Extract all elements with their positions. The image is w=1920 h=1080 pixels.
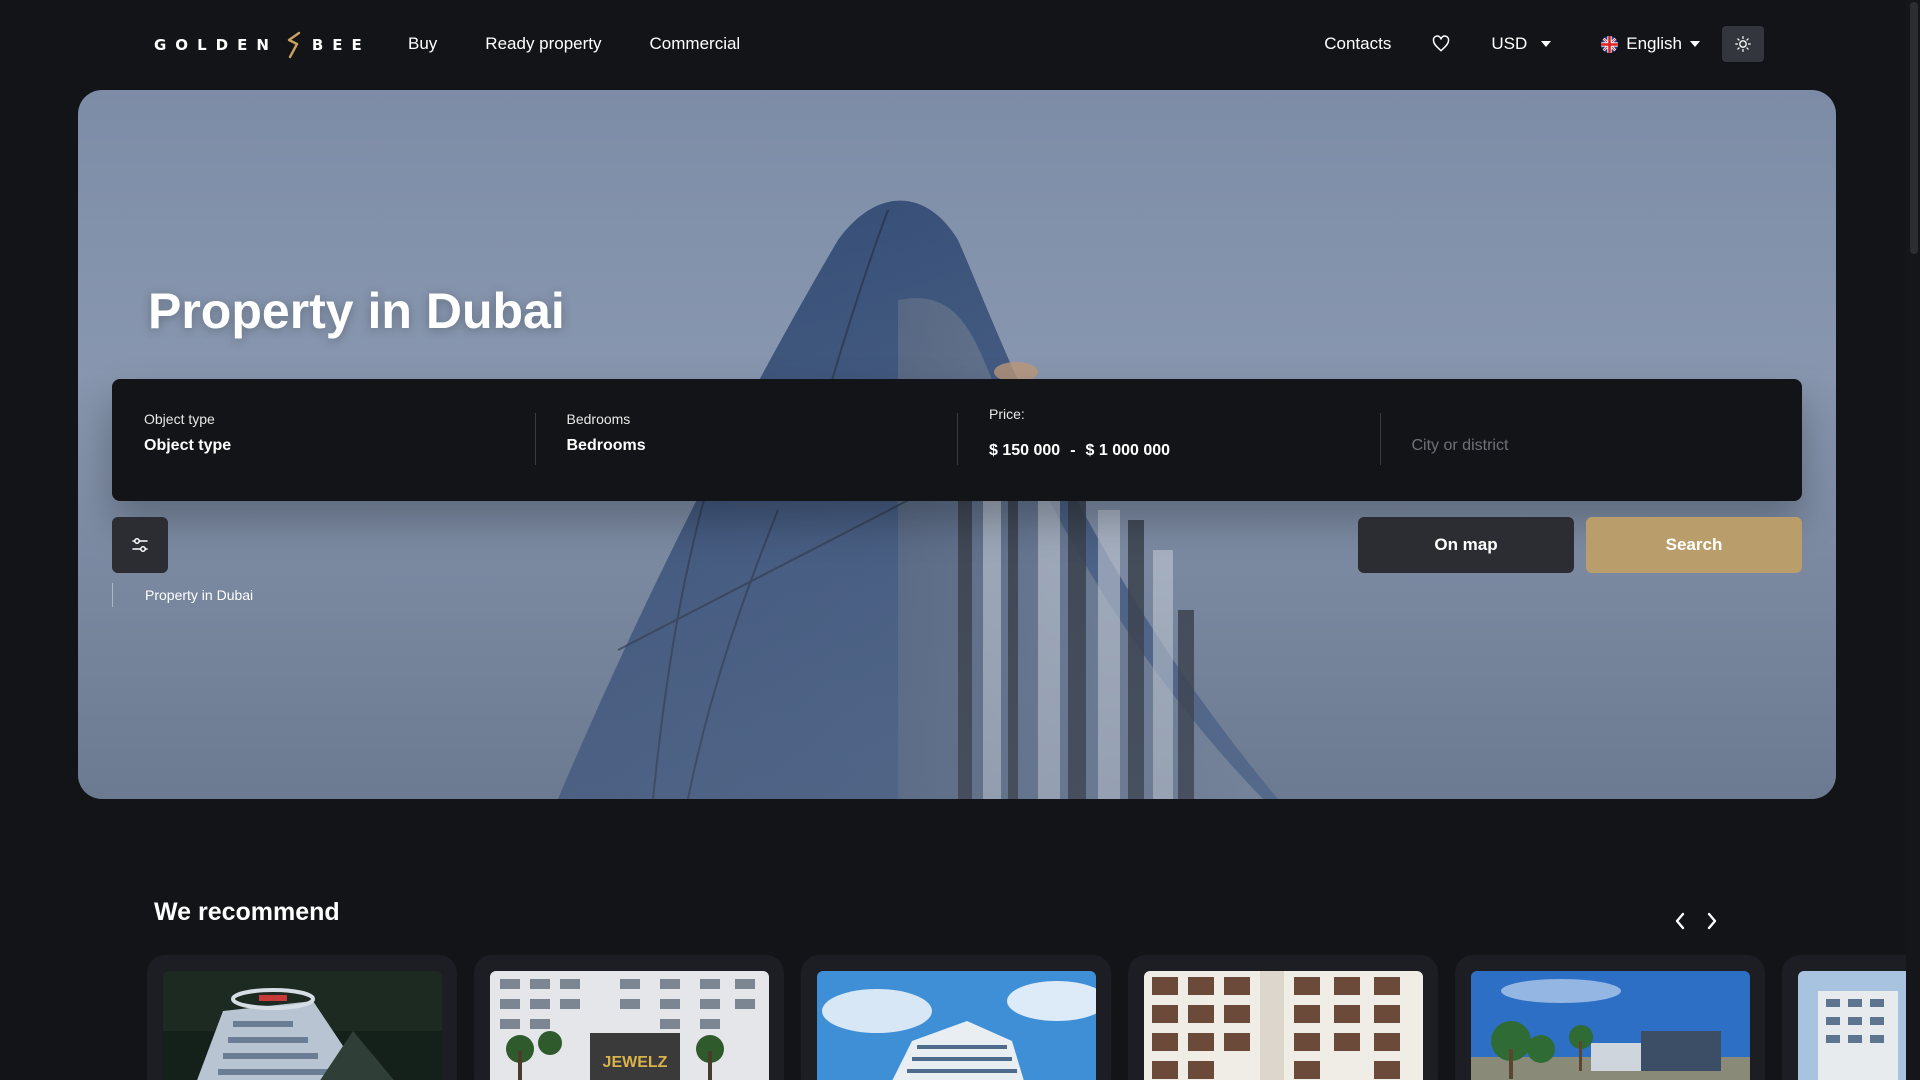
on-map-button[interactable]: On map	[1358, 517, 1574, 573]
site-header: GOLDEN BEE Buy Ready property Commercial…	[0, 0, 1920, 90]
property-card[interactable]: JEWELZ	[474, 955, 784, 1080]
bedrooms-label: Bedrooms	[566, 411, 631, 427]
property-card[interactable]	[1455, 955, 1765, 1080]
language-value: English	[1626, 34, 1682, 53]
chevron-right-icon	[1707, 912, 1717, 930]
carousel-controls	[1672, 908, 1720, 934]
city-field	[1379, 379, 1803, 501]
sun-icon	[1735, 36, 1751, 52]
scrollbar-thumb[interactable]	[1910, 2, 1918, 254]
nav-buy[interactable]: Buy	[408, 30, 437, 58]
bedrooms-select[interactable]: Bedrooms Bedrooms	[534, 379, 958, 501]
carousel-prev-button[interactable]	[1672, 908, 1688, 934]
city-district-input[interactable]	[1411, 437, 1770, 455]
filters-button[interactable]	[112, 517, 168, 573]
property-image	[1471, 971, 1750, 1080]
recommend-carousel: JEWELZ	[147, 955, 1920, 1080]
property-card[interactable]	[1128, 955, 1438, 1080]
price-to[interactable]: $ 1 000 000	[1086, 442, 1171, 460]
page-scrollbar[interactable]	[1906, 0, 1920, 1080]
property-card[interactable]	[147, 955, 457, 1080]
property-image: JEWELZ	[490, 971, 769, 1080]
object-type-label: Object type	[144, 411, 215, 427]
price-from[interactable]: $ 150 000	[989, 442, 1060, 460]
price-separator: -	[1070, 442, 1076, 459]
property-image	[163, 971, 442, 1080]
price-label: Price:	[989, 406, 1025, 422]
currency-select[interactable]: USD	[1491, 34, 1552, 54]
currency-value: USD	[1491, 34, 1528, 53]
contacts-link[interactable]: Contacts	[1324, 34, 1391, 54]
chevron-down-icon	[1690, 41, 1700, 47]
heart-icon[interactable]	[1431, 34, 1451, 54]
jewelz-sign: JEWELZ	[603, 1054, 668, 1071]
object-type-select[interactable]: Object type Object type	[112, 379, 535, 501]
chevron-down-icon	[1541, 41, 1552, 47]
chevron-left-icon	[1675, 912, 1685, 930]
page-title: Property in Dubai	[148, 283, 565, 339]
theme-toggle-button[interactable]	[1722, 26, 1764, 62]
breadcrumb: Property in Dubai	[112, 583, 253, 607]
breadcrumb-current[interactable]: Property in Dubai	[145, 587, 253, 603]
property-card[interactable]	[801, 955, 1111, 1080]
price-range-field[interactable]: Price: $ 150 000 - $ 1 000 000	[957, 379, 1380, 501]
logo-text-golden: GOLDEN	[154, 36, 278, 54]
property-image	[1144, 971, 1423, 1080]
search-button[interactable]: Search	[1586, 517, 1802, 573]
object-type-value: Object type	[144, 437, 232, 454]
nav-commercial[interactable]: Commercial	[650, 30, 741, 58]
nav-ready-property[interactable]: Ready property	[485, 30, 601, 58]
bee-logo-icon	[287, 31, 301, 59]
property-card[interactable]	[1782, 955, 1920, 1080]
recommend-heading: We recommend	[154, 898, 340, 926]
property-image	[1798, 971, 1920, 1080]
carousel-next-button[interactable]	[1704, 908, 1720, 934]
logo[interactable]: GOLDEN BEE	[154, 30, 371, 60]
property-image	[817, 971, 1096, 1080]
uk-flag-icon	[1601, 35, 1619, 53]
logo-text-bee: BEE	[311, 36, 371, 54]
header-actions: Contacts USD English	[1324, 26, 1764, 62]
hero-banner: Property in Dubai Object type Object typ…	[78, 90, 1836, 799]
language-select[interactable]: English	[1601, 34, 1700, 54]
main-nav: Buy Ready property Commercial	[408, 30, 740, 58]
filter-sliders-icon	[132, 538, 148, 552]
price-range: $ 150 000 - $ 1 000 000	[989, 442, 1348, 460]
search-panel: Object type Object type Bedrooms Bedroom…	[112, 379, 1802, 501]
bedrooms-value: Bedrooms	[566, 437, 646, 454]
